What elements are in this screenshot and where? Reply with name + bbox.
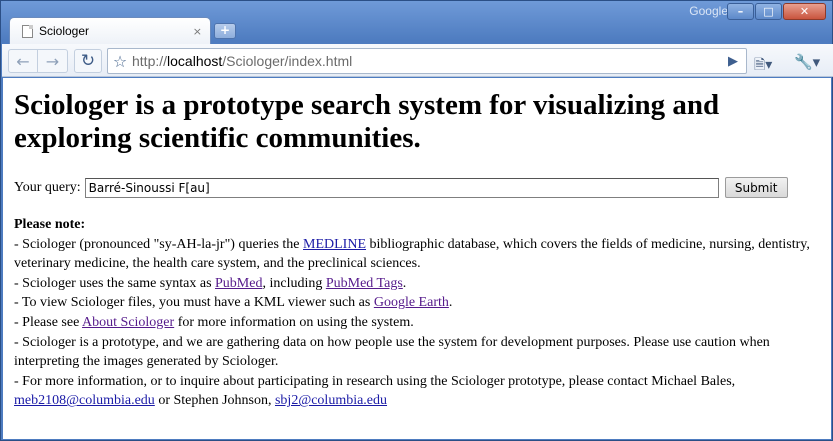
page-icon <box>22 24 33 38</box>
address-bar[interactable]: ☆ http://localhost/Sciologer/index.html … <box>107 48 747 74</box>
page-content: Sciologer is a prototype search system f… <box>3 78 831 439</box>
browser-toolbar: ← → ↻ ☆ http://localhost/Sciologer/index… <box>2 44 833 77</box>
note-text: - To view Sciologer files, you must have… <box>14 295 374 311</box>
note-colon: : <box>80 217 86 232</box>
medline-link[interactable]: MEDLINE <box>303 237 366 252</box>
note-text: - Please see <box>14 314 83 330</box>
new-tab-button[interactable]: + <box>214 23 236 39</box>
note-title: Please note <box>14 217 81 232</box>
forward-button[interactable]: → <box>38 49 68 73</box>
url-prefix: http:// <box>132 53 168 69</box>
back-button[interactable]: ← <box>8 49 38 73</box>
close-window-button[interactable]: ✕ <box>783 3 826 20</box>
note-syntax: - Sciologer uses the same syntax as PubM… <box>14 274 824 294</box>
browser-tab[interactable]: Sciologer × <box>9 17 211 44</box>
url-path: /Sciologer/index.html <box>222 53 353 69</box>
maximize-button[interactable]: □ <box>755 3 782 20</box>
note-text: - For more information, or to inquire ab… <box>14 373 736 389</box>
go-arrow-icon[interactable]: ▶ <box>720 54 746 69</box>
tab-title: Sciologer <box>39 24 90 38</box>
query-input[interactable] <box>84 177 719 198</box>
minimize-button[interactable]: – <box>727 3 754 20</box>
note-medline: - Sciologer (pronounced "sy-AH-la-jr") q… <box>14 235 824 274</box>
note-kml: - To view Sciologer files, you must have… <box>14 293 824 313</box>
arrow-left-icon: ← <box>16 51 30 71</box>
wrench-menu-icon[interactable]: 🔧▾ <box>794 53 820 71</box>
note-heading: Please note: <box>14 215 824 235</box>
email-link-bales[interactable]: meb2108@columbia.edu <box>14 393 155 408</box>
arrow-right-icon: → <box>45 51 60 71</box>
reload-icon: ↻ <box>80 51 96 71</box>
reload-button[interactable]: ↻ <box>74 49 102 73</box>
note-text: for more information on using the system… <box>174 314 414 330</box>
pubmed-tags-link[interactable]: PubMed Tags <box>326 276 403 291</box>
note-text: or Stephen Johnson, <box>154 393 275 409</box>
note-about: - Please see About Sciologer for more in… <box>14 313 824 333</box>
note-prototype: - Sciologer is a prototype, and we are g… <box>14 334 770 370</box>
note-contact: - For more information, or to inquire ab… <box>14 372 824 411</box>
google-earth-link[interactable]: Google Earth <box>374 295 449 310</box>
tab-close-icon[interactable]: × <box>193 25 202 38</box>
page-menu-icon[interactable]: 🗎▾ <box>754 54 772 78</box>
google-brand-label: Google <box>689 4 728 18</box>
bookmark-star-icon[interactable]: ☆ <box>108 52 132 71</box>
notes-section: Please note: - Sciologer (pronounced "sy… <box>14 215 824 411</box>
note-text: - Sciologer (pronounced "sy-AH-la-jr") q… <box>14 236 304 252</box>
window-controls: – □ ✕ <box>727 3 826 20</box>
note-text: - Sciologer uses the same syntax as <box>14 275 216 291</box>
note-text: . <box>402 275 407 291</box>
note-text: . <box>448 295 453 311</box>
query-label: Your query: <box>14 179 81 195</box>
note-text: , including <box>262 275 326 291</box>
pubmed-link[interactable]: PubMed <box>215 276 262 291</box>
url-text[interactable]: http://localhost/Sciologer/index.html <box>132 53 720 69</box>
browser-window: Google – □ ✕ Sciologer × + ← → ↻ ☆ http:… <box>0 0 833 441</box>
query-form: Your query: Submit <box>14 177 831 198</box>
about-sciologer-link[interactable]: About Sciologer <box>82 315 174 330</box>
email-link-johnson[interactable]: sbj2@columbia.edu <box>275 393 387 408</box>
page-title: Sciologer is a prototype search system f… <box>14 89 720 154</box>
url-host: localhost <box>167 53 223 69</box>
submit-button[interactable]: Submit <box>724 177 788 198</box>
